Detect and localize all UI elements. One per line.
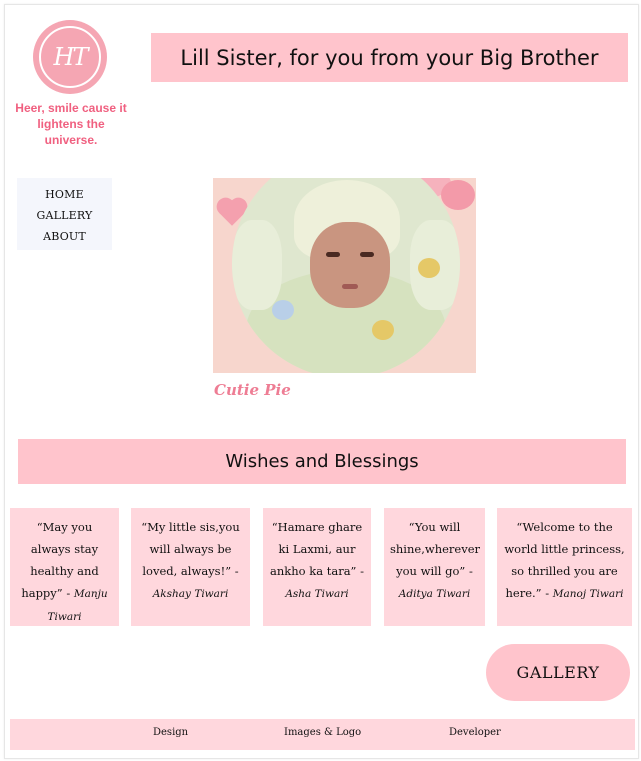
- sidebar-nav: HOME GALLERY ABOUT: [17, 178, 112, 250]
- wish-card: “May you always stay healthy and happy” …: [10, 508, 119, 626]
- baby-arm: [232, 220, 282, 310]
- footer: Design Images & Logo Developer: [10, 719, 635, 750]
- photo-caption: Cutie Pie: [214, 381, 291, 399]
- toy-print: [418, 258, 440, 278]
- baby-eye: [326, 252, 340, 257]
- wish-text: “My little sis,you will always be loved,…: [141, 520, 240, 578]
- header-banner: Lill Sister, for you from your Big Broth…: [151, 33, 628, 82]
- monogram-logo-icon: HT: [39, 26, 101, 88]
- toy-print: [372, 320, 394, 340]
- toy-print: [272, 300, 294, 320]
- wish-author: Akshay Tiwari: [152, 588, 229, 600]
- wish-card: “Hamare ghare ki Laxmi, aur ankho ka tar…: [263, 508, 371, 626]
- baby-mouth: [342, 284, 358, 289]
- footer-link-images-logo[interactable]: Images & Logo: [284, 727, 361, 738]
- wish-author: Asha Tiwari: [285, 588, 349, 600]
- nav-item-about[interactable]: ABOUT: [43, 226, 86, 247]
- tagline: Heer, smile cause it lightens the univer…: [15, 101, 127, 147]
- footer-link-design[interactable]: Design: [153, 727, 188, 738]
- wish-author: Manoj Tiwari: [552, 588, 624, 600]
- logo[interactable]: HT: [33, 20, 107, 94]
- baby-image: [232, 178, 460, 373]
- wish-card: “Welcome to the world little princess, s…: [497, 508, 632, 626]
- nav-item-gallery[interactable]: GALLERY: [37, 205, 93, 226]
- section-title: Wishes and Blessings: [225, 451, 419, 472]
- baby-photo: [213, 178, 476, 373]
- footer-link-developer[interactable]: Developer: [449, 727, 501, 738]
- wish-author: Aditya Tiwari: [398, 588, 471, 600]
- wish-card: “You will shine,wherever you will go” - …: [384, 508, 485, 626]
- wish-card: “My little sis,you will always be loved,…: [131, 508, 250, 626]
- wish-text: “You will shine,wherever you will go”: [390, 520, 481, 578]
- page-title: Lill Sister, for you from your Big Broth…: [180, 45, 599, 70]
- wishes-banner: Wishes and Blessings: [18, 439, 626, 484]
- baby-eye: [360, 252, 374, 257]
- nav-item-home[interactable]: HOME: [45, 184, 84, 205]
- wish-text: “Hamare ghare ki Laxmi, aur ankho ka tar…: [270, 520, 363, 578]
- baby-face: [310, 222, 390, 308]
- gallery-button[interactable]: GALLERY: [486, 644, 630, 701]
- decor-blob: [441, 180, 475, 210]
